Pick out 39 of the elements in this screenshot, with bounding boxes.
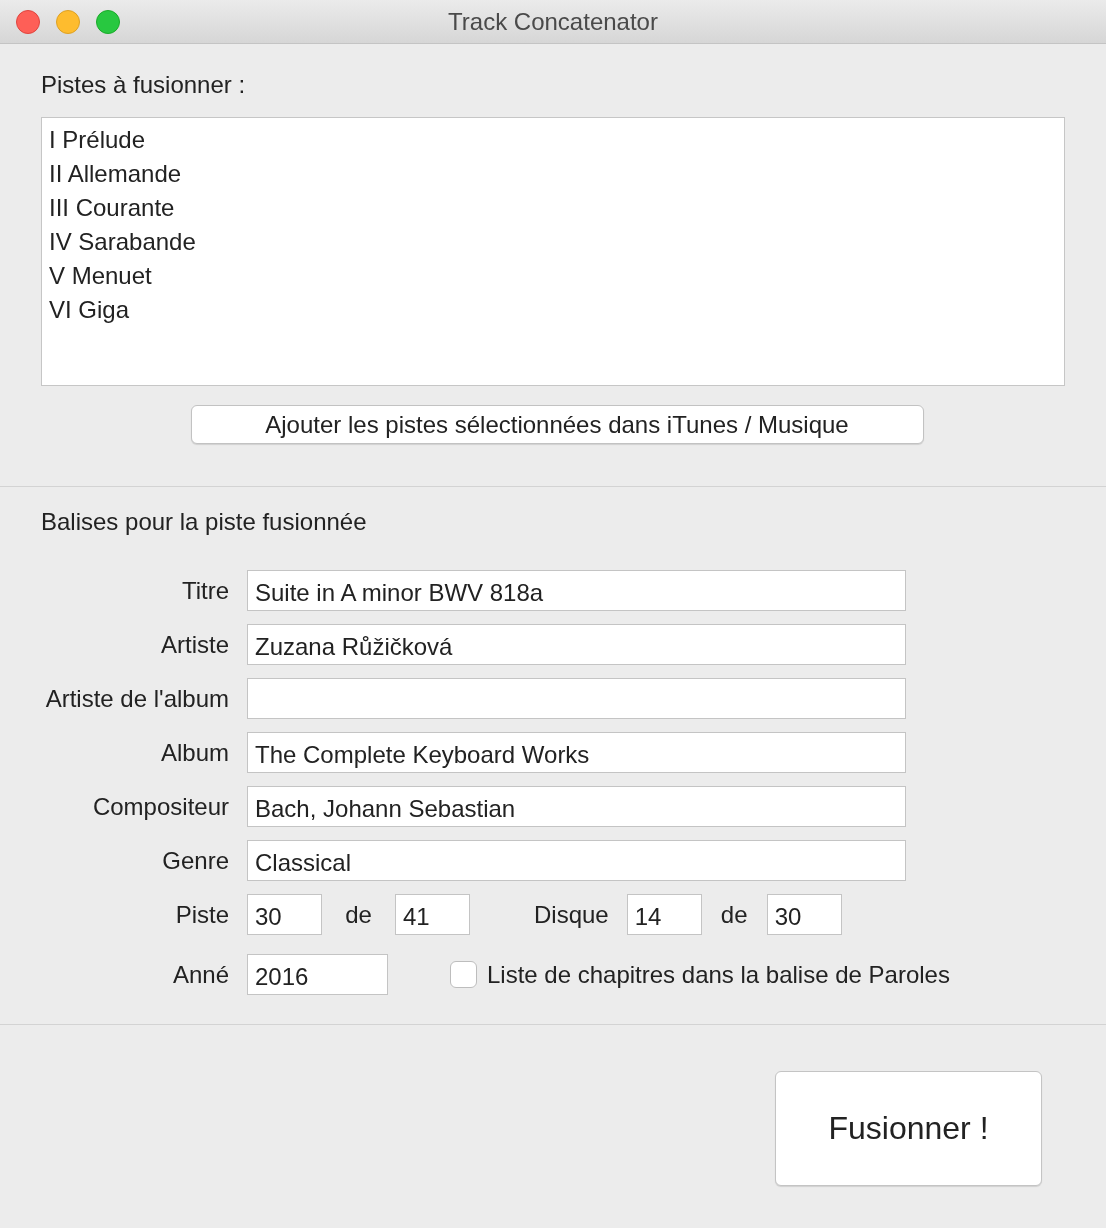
track-item[interactable]: IV Sarabande — [49, 225, 1057, 259]
field-label: Disque — [534, 900, 609, 929]
text-field[interactable]: 30 — [247, 894, 322, 935]
zoom-button[interactable] — [96, 10, 120, 34]
section-label: Balises pour la piste fusionnée — [41, 508, 368, 536]
field-label: de — [344, 900, 373, 929]
text-field[interactable]: The Complete Keyboard Works — [247, 732, 906, 773]
text-field[interactable]: Suite in A minor BWV 818a — [247, 570, 906, 611]
text-field[interactable]: 30 — [766, 894, 842, 935]
text-field[interactable]: Classical — [247, 840, 906, 881]
section-label: Pistes à fusionner : — [41, 71, 247, 99]
checkbox-label: Liste de chapitres dans la balise de Paroles — [487, 960, 950, 989]
field-label: Genre — [161, 846, 229, 875]
field-label: Artiste de l'album — [44, 684, 229, 713]
checkbox[interactable] — [450, 961, 477, 988]
merge-button[interactable]: Fusionner ! — [775, 1071, 1042, 1186]
text-field[interactable]: Bach, Johann Sebastian — [247, 786, 906, 827]
text-field[interactable] — [247, 678, 906, 719]
window-title: Track Concatenator — [448, 7, 658, 36]
field-label: Piste — [174, 900, 229, 929]
text-field[interactable]: Zuzana Růžičková — [247, 624, 906, 665]
track-item[interactable]: VI Giga — [49, 293, 1057, 327]
field-label: Artiste — [160, 630, 229, 659]
minimize-button[interactable] — [56, 10, 80, 34]
track-item[interactable]: II Allemande — [49, 157, 1057, 191]
text-field[interactable]: 41 — [395, 894, 470, 935]
field-label: Anné — [171, 960, 229, 989]
text-field[interactable]: 2016 — [247, 954, 388, 995]
track-item[interactable]: I Prélude — [49, 123, 1057, 157]
track-list[interactable]: I Prélude II Allemande III Courante IV Sarabande V Menuet VI Giga — [41, 117, 1065, 386]
field-label: Titre — [180, 576, 229, 605]
close-button[interactable] — [16, 10, 40, 34]
add-tracks-button[interactable]: Ajouter les pistes sélectionnées dans iTunes / Musique — [190, 405, 924, 444]
field-label: Compositeur — [91, 792, 229, 821]
text-field[interactable]: 14 — [626, 894, 702, 935]
field-label: de — [719, 900, 749, 929]
track-item[interactable]: III Courante — [49, 191, 1057, 225]
track-item[interactable]: V Menuet — [49, 259, 1057, 293]
field-label: Album — [159, 738, 229, 767]
